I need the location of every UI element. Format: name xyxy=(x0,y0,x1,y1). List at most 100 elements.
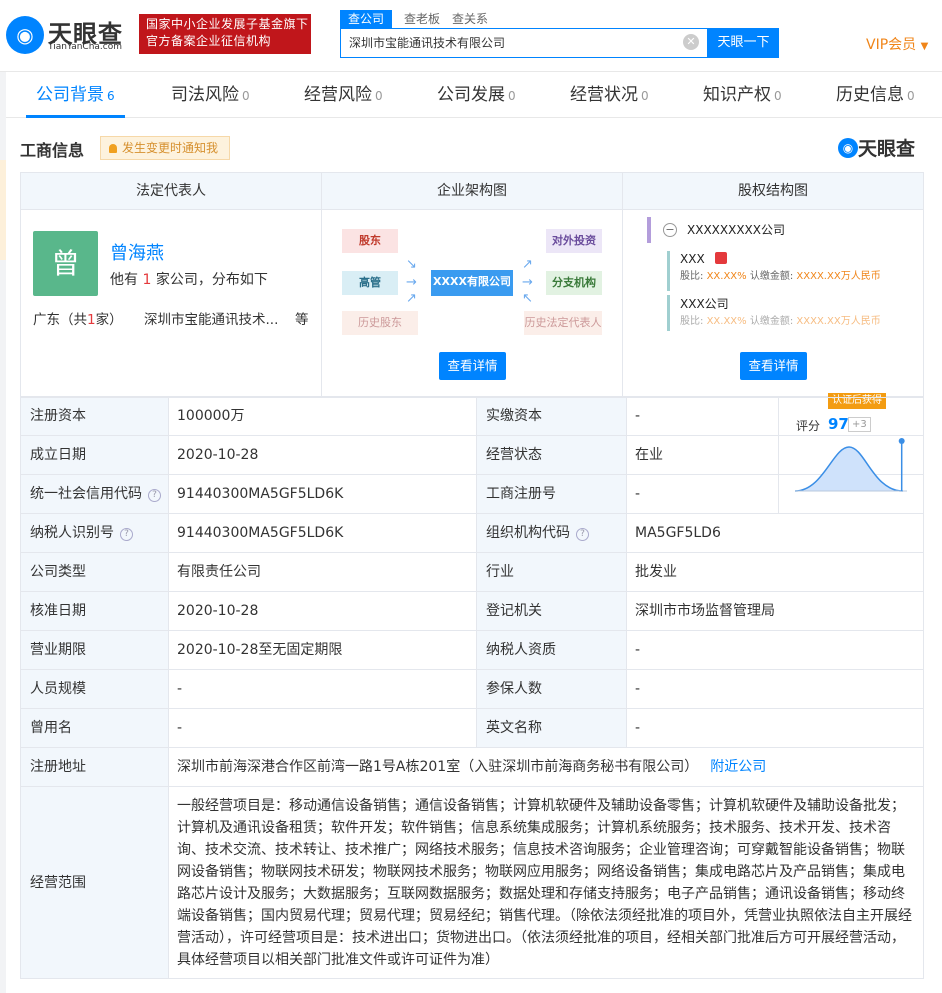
panel-header: 法定代表人 xyxy=(21,173,321,210)
side-tab-stripe xyxy=(0,160,6,260)
ratio-label: 股比: xyxy=(680,271,704,282)
field-label: 公司类型 xyxy=(20,553,168,591)
logo-subtext: TianYanCha.com xyxy=(48,42,123,52)
field-label: 成立日期 xyxy=(20,436,168,474)
tab-label: 公司背景 xyxy=(36,85,104,105)
field-value: - xyxy=(635,486,641,502)
legal-rep-name[interactable]: 曾海燕 xyxy=(110,239,164,265)
search-input[interactable]: 深圳市宝能通讯技术有限公司 xyxy=(340,28,708,58)
table-row: 纳税人识别号? 91440300MA5GF5LD6K 组织机构代码? MA5GF… xyxy=(20,514,924,553)
search-button[interactable]: 天眼一下 xyxy=(708,28,779,58)
gov-banner[interactable]: 国家中小企业发展子基金旗下 官方备案企业征信机构 xyxy=(139,14,311,54)
rating-delta: +3 xyxy=(848,417,871,432)
tab-label: 知识产权 xyxy=(703,85,771,105)
region-suffix: 家） xyxy=(95,312,123,328)
arrow-icon: → xyxy=(406,275,417,290)
search-tab-company[interactable]: 查公司 xyxy=(340,10,393,28)
vip-label: VIP会员 xyxy=(866,37,917,53)
tab-company-development[interactable]: 公司发展 0 xyxy=(437,72,516,118)
field-value: 批发业 xyxy=(635,564,677,580)
brand-text: 天眼查 xyxy=(858,138,916,160)
notify-label: 发生变更时通知我 xyxy=(122,141,219,155)
field-label: 纳税人资质 xyxy=(476,631,626,669)
arrow-icon: ↖ xyxy=(522,291,533,306)
tianyancha-logo[interactable]: ◉ 天眼查 TianYanCha.com xyxy=(6,14,130,54)
eye-logo-icon: ◉ xyxy=(6,16,44,54)
etc-label: 等 xyxy=(295,312,309,328)
amount-value: XXXX.XX万人民币 xyxy=(796,271,881,282)
tab-count: 0 xyxy=(508,89,516,103)
field-value: 2020-10-28 xyxy=(177,603,259,619)
nearby-companies-link[interactable]: 附近公司 xyxy=(710,759,766,775)
amount-value: XXXX.XX万人民币 xyxy=(796,316,881,327)
tab-judicial-risk[interactable]: 司法风险 0 xyxy=(171,72,250,118)
tab-company-background[interactable]: 公司背景 6 xyxy=(26,72,125,118)
tab-count: 0 xyxy=(641,89,649,103)
field-label: 核准日期 xyxy=(20,592,168,630)
avatar[interactable]: 曾 xyxy=(33,231,98,296)
table-row: 营业期限 2020-10-28至无固定期限 纳税人资质 - xyxy=(20,631,924,670)
field-label: 曾用名 xyxy=(20,709,168,747)
help-icon[interactable]: ? xyxy=(576,528,589,541)
org-chart-detail-button[interactable]: 查看详情 xyxy=(439,352,506,380)
field-label-text: 组织机构代码 xyxy=(486,525,570,541)
org-node-executives: 高管 xyxy=(342,271,398,295)
table-row: 公司类型 有限责任公司 行业 批发业 xyxy=(20,553,924,592)
table-row: 注册地址 深圳市前海深港合作区前湾一路1号A栋201室（入驻深圳市前海商务秘书有… xyxy=(20,748,924,787)
clear-icon[interactable]: ✕ xyxy=(683,34,699,50)
field-value: 2020-10-28 xyxy=(177,447,259,463)
rating-label: 评分 xyxy=(796,419,821,433)
company-count: 1 xyxy=(142,272,152,288)
org-node-investment: 对外投资 xyxy=(546,229,602,253)
rating-score: 97 xyxy=(828,415,849,433)
field-value: 深圳市市场监督管理局 xyxy=(635,603,775,619)
tab-count: 0 xyxy=(375,89,383,103)
field-label: 参保人数 xyxy=(476,670,626,708)
field-label: 实缴资本 xyxy=(476,397,626,435)
tab-business-status[interactable]: 经营状况 0 xyxy=(570,72,649,118)
equity-item-name-row: XXX xyxy=(680,251,903,267)
score-marker-dot xyxy=(898,438,905,444)
tab-operating-risk[interactable]: 经营风险 0 xyxy=(304,72,383,118)
tab-history[interactable]: 历史信息 0 xyxy=(836,72,915,118)
org-node-history-shareholder: 历史股东 xyxy=(342,311,418,335)
eye-logo-icon: ◉ xyxy=(838,137,858,158)
field-label: 统一社会信用代码? xyxy=(20,475,168,513)
tab-intellectual-property[interactable]: 知识产权 0 xyxy=(703,72,782,118)
column-divider xyxy=(476,397,477,748)
field-label-text: 统一社会信用代码 xyxy=(30,486,142,502)
related-company-link[interactable]: 深圳市宝能通讯技术... xyxy=(144,308,278,328)
arrow-icon: ↗ xyxy=(522,257,533,272)
rating-widget[interactable]: 认证后获得 评分 97 +3 xyxy=(778,393,924,514)
field-label: 营业期限 xyxy=(20,631,168,669)
legal-rep-summary: 他有 1 家公司，分布如下 xyxy=(110,269,268,289)
help-icon[interactable]: ? xyxy=(148,489,161,502)
equity-detail-button[interactable]: 查看详情 xyxy=(740,352,807,380)
table-row: 曾用名 - 英文名称 - xyxy=(20,709,924,748)
tab-count: 6 xyxy=(107,89,115,103)
tab-label: 经营风险 xyxy=(304,85,372,105)
search-tab-relation[interactable]: 查关系 xyxy=(452,10,488,28)
region-count: 1 xyxy=(87,312,96,328)
field-label: 注册地址 xyxy=(20,748,168,786)
search-tab-boss[interactable]: 查老板 xyxy=(404,10,440,28)
tab-label: 经营状况 xyxy=(570,85,638,105)
equity-structure-panel: 股权结构图 − XXXXXXXXX公司 XXX 股比: XX.XX% 认缴金额: … xyxy=(623,173,923,396)
field-value: 91440300MA5GF5LD6K xyxy=(177,525,344,541)
vip-member-menu[interactable]: VIP会员 ▼ xyxy=(866,34,928,54)
region-summary: 广东（共1家） xyxy=(33,308,123,328)
equity-root: − XXXXXXXXX公司 xyxy=(647,217,903,243)
field-value: - xyxy=(635,681,641,697)
field-label: 行业 xyxy=(476,553,626,591)
field-value: 深圳市前海深港合作区前湾一路1号A栋201室（入驻深圳市前海商务秘书有限公司） 附… xyxy=(177,748,766,787)
tianyancha-brand: ◉ 天眼查 xyxy=(838,134,915,161)
collapse-icon[interactable]: − xyxy=(663,223,677,237)
address-text: 深圳市前海深港合作区前湾一路1号A栋201室（入驻深圳市前海商务秘书有限公司） xyxy=(177,759,699,775)
equity-item-detail: 股比: XX.XX% 认缴金额: XXXX.XX万人民币 xyxy=(680,267,903,282)
field-label: 登记机关 xyxy=(476,592,626,630)
distribution-curve xyxy=(794,446,904,492)
field-label: 组织机构代码? xyxy=(476,514,626,552)
notify-on-change-button[interactable]: 发生变更时通知我 xyxy=(100,136,230,160)
field-label: 经营状态 xyxy=(476,436,626,474)
help-icon[interactable]: ? xyxy=(120,528,133,541)
